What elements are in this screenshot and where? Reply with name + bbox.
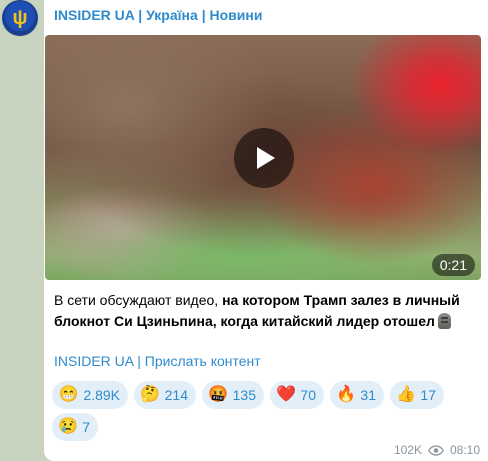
message-bubble: INSIDER UA | Україна | Новини 0:21 В сет… <box>44 0 488 461</box>
video-duration: 0:21 <box>431 254 475 276</box>
view-count: 102K <box>393 443 422 457</box>
reaction-count: 31 <box>360 387 376 403</box>
grin-emoji-icon: 😁 <box>58 386 79 403</box>
reaction-count: 214 <box>164 387 188 403</box>
channel-name-separator: | <box>138 7 143 23</box>
heart-emoji-icon: ❤️ <box>276 386 297 403</box>
play-button[interactable] <box>234 128 294 188</box>
fire-emoji-icon: 🔥 <box>336 386 357 403</box>
message-text-plain: В сети обсуждают видео, <box>54 292 223 308</box>
eye-icon <box>428 444 444 456</box>
channel-avatar[interactable]: ψ <box>2 0 38 36</box>
message-footer: 102K 08:10 <box>394 443 480 457</box>
message-text: В сети обсуждают видео, на котором Трамп… <box>54 290 474 332</box>
reaction-count: 70 <box>300 387 316 403</box>
thinking-emoji-icon: 🤔 <box>140 386 161 403</box>
moai-stone-icon <box>437 313 451 329</box>
channel-name-news: Новини <box>209 7 263 23</box>
reaction-thumbs-up[interactable]: 👍 17 <box>390 381 444 409</box>
reaction-count: 7 <box>82 419 90 435</box>
thumbs-up-emoji-icon: 👍 <box>396 386 417 403</box>
message-links: INSIDER UA | Прислать контент <box>54 353 261 369</box>
link-divider: | <box>137 353 141 369</box>
reaction-heart[interactable]: ❤️ 70 <box>270 381 324 409</box>
reaction-count: 135 <box>232 387 256 403</box>
video-preview[interactable]: 0:21 <box>45 35 481 280</box>
channel-name-separator: | <box>201 7 206 23</box>
crying-emoji-icon: 😢 <box>58 418 79 435</box>
channel-name-country: Україна <box>146 7 198 23</box>
reaction-thinking[interactable]: 🤔 214 <box>134 381 196 409</box>
channel-link[interactable]: INSIDER UA <box>54 353 133 369</box>
channel-name-main: INSIDER UA <box>54 7 135 23</box>
reaction-crying[interactable]: 😢 7 <box>52 413 98 441</box>
reaction-fire[interactable]: 🔥 31 <box>330 381 384 409</box>
message-time: 08:10 <box>449 443 480 457</box>
play-icon <box>257 147 275 169</box>
reaction-count: 2.89K <box>83 387 120 403</box>
channel-title[interactable]: INSIDER UA | Україна | Новини <box>54 7 262 23</box>
angry-emoji-icon: 🤬 <box>208 386 229 403</box>
submit-content-link[interactable]: Прислать контент <box>145 353 261 369</box>
reaction-grin[interactable]: 😁 2.89K <box>52 381 128 409</box>
reaction-angry[interactable]: 🤬 135 <box>202 381 264 409</box>
trident-icon: ψ <box>12 7 28 29</box>
reaction-count: 17 <box>420 387 436 403</box>
